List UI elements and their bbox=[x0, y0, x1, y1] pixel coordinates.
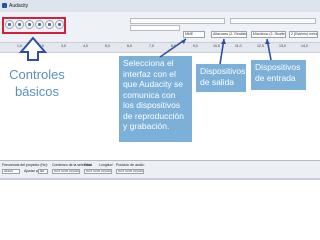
arrowhead-icon bbox=[181, 39, 186, 44]
arrow-up-icon bbox=[18, 36, 48, 61]
annotation-arrows bbox=[18, 36, 272, 65]
